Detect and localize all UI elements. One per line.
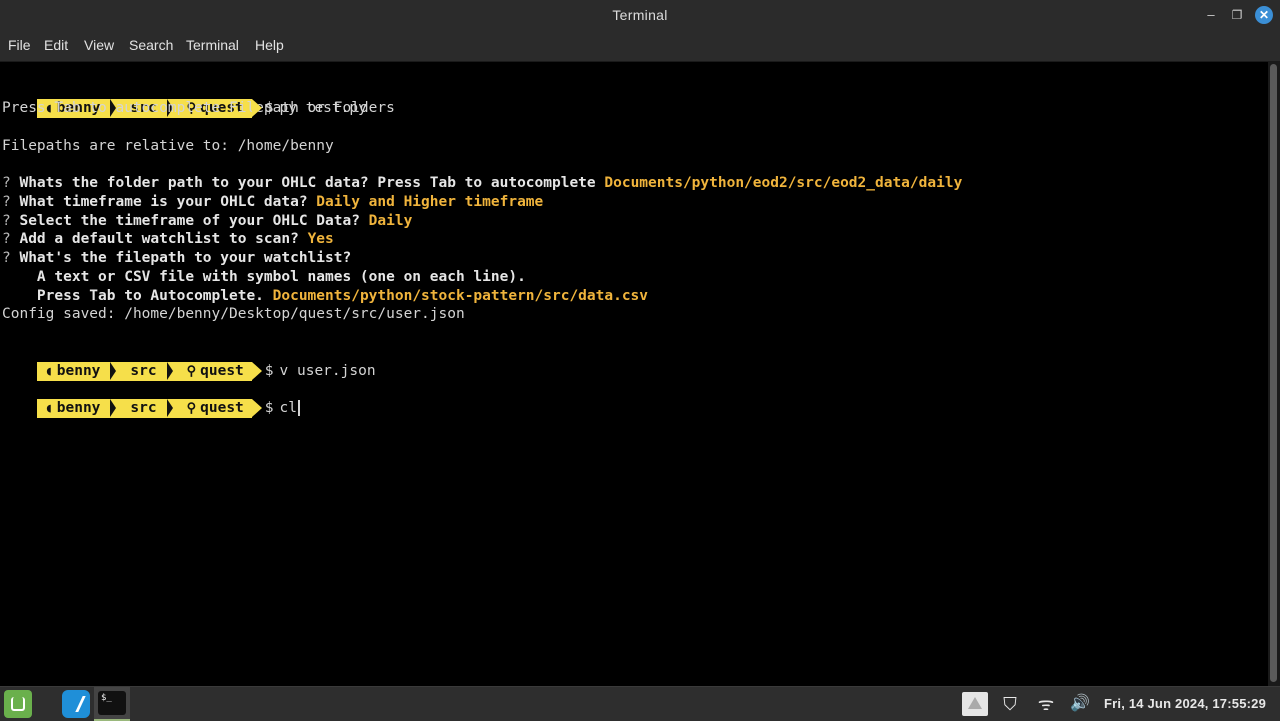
maximize-button[interactable]: ❐ xyxy=(1228,6,1246,24)
question-subtext: A text or CSV file with symbol names (on… xyxy=(19,269,526,285)
question-line: ? Add a default watchlist to scan? Yes xyxy=(2,230,334,249)
prompt-dollar: $ xyxy=(264,363,274,379)
terminal-icon: $_ xyxy=(98,691,126,715)
question-mark: ? xyxy=(2,231,11,247)
menu-edit[interactable]: Edit xyxy=(44,30,68,61)
prompt-line: ◖ benny src ⚲ quest $ cl xyxy=(2,380,300,418)
python-icon: ⚲ xyxy=(186,364,197,379)
question-line: Press Tab to Autocomplete. Documents/pyt… xyxy=(2,287,648,306)
question-line: ? Select the timeframe of your OHLC Data… xyxy=(2,212,412,231)
prompt-separator xyxy=(166,399,175,418)
prompt-user: benny xyxy=(56,400,101,416)
question-text: Select the timeframe of your OHLC Data? xyxy=(19,213,369,229)
question-subtext: Press Tab to Autocomplete. xyxy=(19,288,273,304)
prompt-line: ◖ benny src ⚲ quest $ py test.py xyxy=(2,80,367,118)
terminal-output[interactable]: ◖ benny src ⚲ quest $ py test.py Press Tab to … xyxy=(0,62,1267,686)
command-text: v user.json xyxy=(279,363,376,379)
firefox-icon[interactable] xyxy=(62,690,90,718)
scrollbar[interactable] xyxy=(1268,62,1280,686)
python-icon: ⚲ xyxy=(186,401,197,416)
question-text: Whats the folder path to your OHLC data?… xyxy=(19,175,605,191)
prompt-venv: quest xyxy=(200,363,244,379)
question-text: What timeframe is your OHLC data? xyxy=(19,194,317,210)
question-mark: ? xyxy=(2,194,11,210)
question-line: A text or CSV file with symbol names (on… xyxy=(2,268,526,287)
output-line: Filepaths are relative to: /home/benny xyxy=(2,138,334,154)
menu-terminal[interactable]: Terminal xyxy=(186,30,239,61)
prompt-separator xyxy=(166,362,175,381)
question-mark: ? xyxy=(2,250,11,266)
question-mark: ? xyxy=(2,213,11,229)
question-line: ? What timeframe is your OHLC data? Dail… xyxy=(2,193,543,212)
prompt-separator xyxy=(110,362,119,381)
scrollbar-thumb[interactable] xyxy=(1270,64,1277,682)
prompt-user: benny xyxy=(56,363,101,379)
prompt-venv: quest xyxy=(200,400,244,416)
answer-text: Documents/python/eod2/src/eod2_data/dail… xyxy=(604,175,963,191)
answer-text: Yes xyxy=(307,231,334,247)
notification-icon[interactable] xyxy=(962,692,988,716)
answer-text: Daily xyxy=(368,213,413,229)
volume-icon[interactable]: 🔊 xyxy=(1068,692,1092,716)
menu-help[interactable]: Help xyxy=(255,30,284,61)
taskbar-terminal-button[interactable]: $_ xyxy=(94,687,130,721)
menu-search[interactable]: Search xyxy=(129,30,173,61)
prompt-dollar: $ xyxy=(264,400,274,416)
question-text: Add a default watchlist to scan? xyxy=(19,231,308,247)
command-input[interactable]: cl xyxy=(280,400,297,416)
text-cursor xyxy=(298,400,300,416)
prompt-line: ◖ benny src ⚲ quest $ v user.json xyxy=(2,343,376,381)
title-bar: Terminal – ❐ ✕ xyxy=(0,0,1280,30)
output-line: Press Tab to autocomplete Filepath or Fo… xyxy=(2,100,395,116)
output-line: Config saved: /home/benny/Desktop/quest/… xyxy=(2,306,465,322)
prompt-venv-segment: ⚲ quest xyxy=(174,399,262,418)
shield-icon[interactable]: ⛉ xyxy=(998,692,1022,716)
prompt-dir: src xyxy=(130,400,157,416)
close-button[interactable]: ✕ xyxy=(1255,6,1273,24)
window-title: Terminal xyxy=(612,7,668,23)
prompt-user-segment: ◖ benny xyxy=(36,362,111,381)
prompt-user-segment: ◖ benny xyxy=(36,399,111,418)
clock[interactable]: Fri, 14 Jun 2024, 17:55:29 xyxy=(1104,687,1266,721)
question-line: ? Whats the folder path to your OHLC dat… xyxy=(2,174,962,193)
taskbar: $_ ⛉ ᯤ 🔊 Fri, 14 Jun 2024, 17:55:29 xyxy=(0,686,1280,721)
pacman-icon: ◖ xyxy=(44,364,53,379)
minimize-button[interactable]: – xyxy=(1202,6,1220,24)
answer-text: Documents/python/stock-pattern/src/data.… xyxy=(272,288,649,304)
pacman-icon: ◖ xyxy=(44,401,53,416)
mint-menu-icon[interactable] xyxy=(4,690,32,718)
prompt-separator xyxy=(110,399,119,418)
question-text: What's the filepath to your watchlist? xyxy=(19,250,352,266)
prompt-dir-segment: src xyxy=(118,362,167,381)
question-mark: ? xyxy=(2,175,11,191)
menu-view[interactable]: View xyxy=(84,30,114,61)
answer-text: Daily and Higher timeframe xyxy=(316,194,544,210)
prompt-venv-segment: ⚲ quest xyxy=(174,362,262,381)
question-line: ? What's the filepath to your watchlist? xyxy=(2,249,351,268)
wifi-icon[interactable]: ᯤ xyxy=(1034,692,1058,716)
menu-file[interactable]: File xyxy=(8,30,31,61)
prompt-dir-segment: src xyxy=(118,399,167,418)
menu-bar: File Edit View Search Terminal Help xyxy=(0,30,1280,62)
prompt-dir: src xyxy=(130,363,157,379)
